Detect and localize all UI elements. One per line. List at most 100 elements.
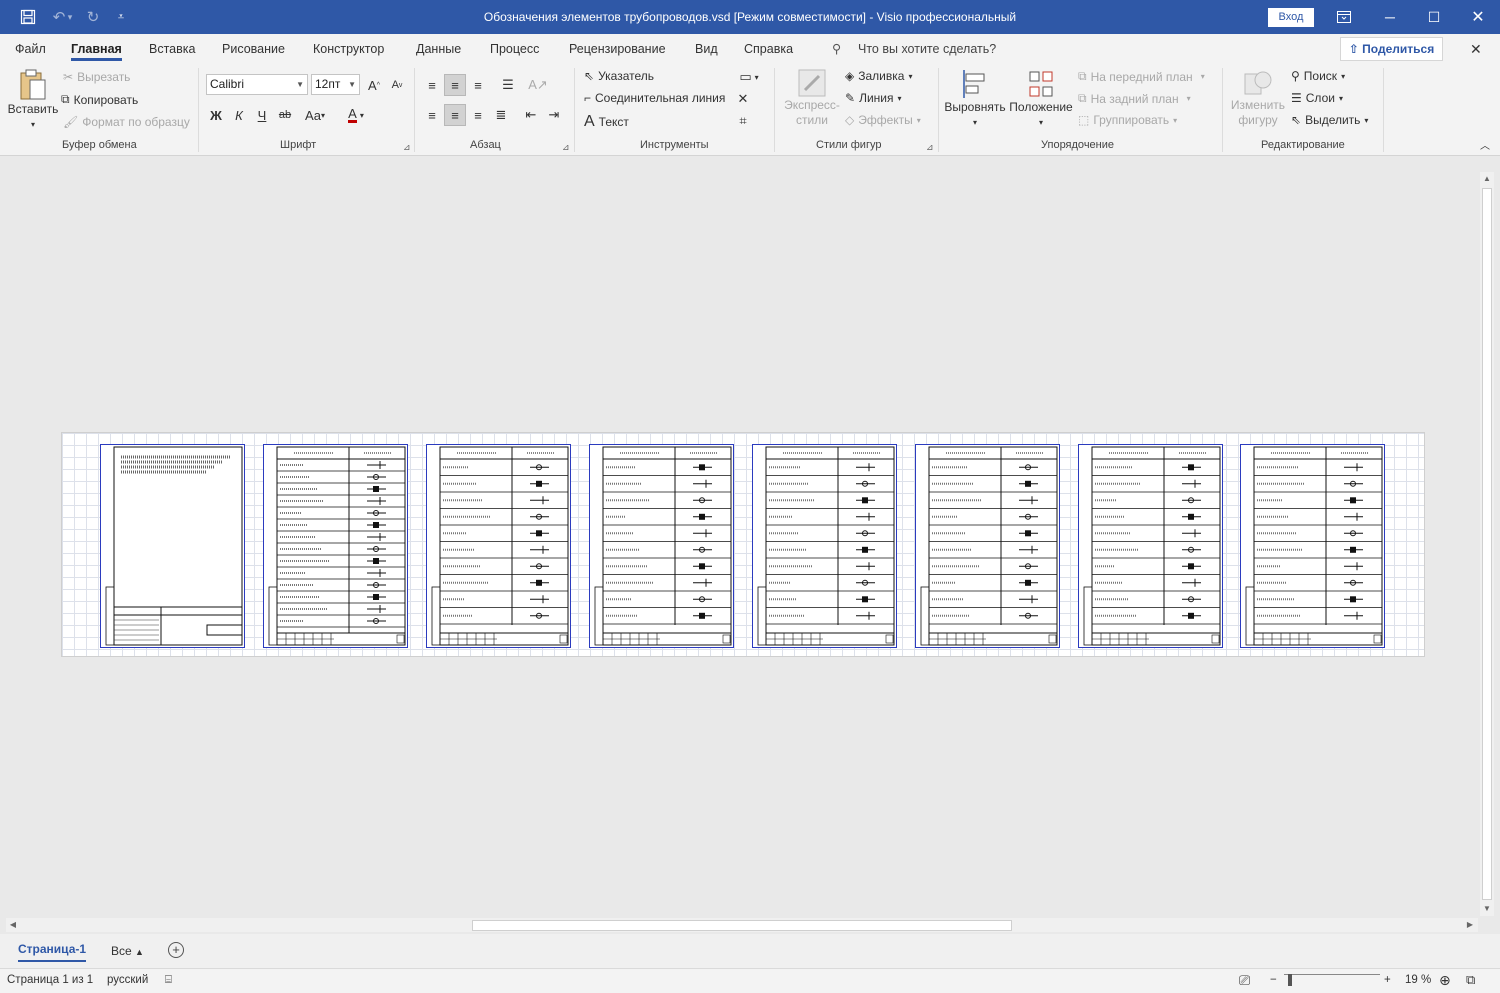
tab-home[interactable]: Главная — [71, 34, 122, 64]
zoom-in-icon[interactable]: + — [1384, 974, 1391, 986]
add-page-icon[interactable]: + — [168, 942, 184, 958]
sheet-thumbnail-3[interactable] — [426, 444, 571, 648]
dialog-launcher-icon[interactable]: ⊿ — [926, 142, 934, 153]
quick-styles-button[interactable]: Экспресс- стили — [782, 68, 842, 128]
undo-dropdown-icon[interactable]: ▾ — [64, 0, 76, 34]
page-tab-1[interactable]: Страница-1 — [18, 942, 87, 962]
switch-windows-icon[interactable]: ⧉ — [1466, 972, 1475, 988]
send-back-button[interactable]: ⧉ На задний план ▾ — [1078, 91, 1191, 106]
close-document-icon[interactable]: ✕ — [1470, 34, 1482, 64]
text-tool-button[interactable]: A Текст — [584, 113, 629, 131]
redo-icon[interactable]: ↻ — [78, 0, 108, 34]
drawing-page[interactable] — [61, 432, 1425, 657]
align-top-icon[interactable]: ≡ — [421, 74, 443, 96]
sheet-thumbnail-7[interactable] — [1078, 444, 1223, 648]
collapse-ribbon-icon[interactable]: ︿ — [1476, 136, 1494, 152]
all-pages-button[interactable]: Все ▲ — [111, 944, 144, 958]
dialog-launcher-icon[interactable]: ⊿ — [562, 142, 570, 153]
fit-page-icon[interactable]: ⊕ — [1439, 972, 1451, 989]
drawing-canvas[interactable] — [0, 156, 1500, 918]
tell-me-input[interactable]: Что вы хотите сделать? — [858, 34, 996, 64]
horizontal-scroll-thumb[interactable] — [472, 920, 1012, 931]
align-button[interactable]: Выровнять ▾ — [944, 68, 1006, 130]
sheet-thumbnail-5[interactable] — [752, 444, 897, 648]
close-icon[interactable]: ✕ — [1456, 0, 1500, 34]
strikethrough-button[interactable]: ab — [274, 104, 296, 126]
position-button[interactable]: Положение ▾ — [1008, 68, 1074, 130]
font-name-combo[interactable]: Calibri ▼ — [206, 74, 308, 95]
grow-font-icon[interactable]: A ^ — [363, 74, 385, 96]
zoom-level[interactable]: 19 % — [1405, 974, 1431, 986]
share-button[interactable]: ⇧ Поделиться — [1340, 37, 1443, 61]
justify-icon[interactable]: ≣ — [490, 104, 512, 126]
presentation-mode-icon[interactable]: ⎚ — [1239, 972, 1250, 989]
zoom-out-icon[interactable]: − — [1270, 974, 1277, 986]
scroll-down-icon[interactable]: ▼ — [1480, 902, 1494, 916]
tab-process[interactable]: Процесс — [490, 34, 539, 64]
tab-draw[interactable]: Рисование — [222, 34, 285, 64]
align-left-icon[interactable]: ≡ — [421, 104, 443, 126]
search-icon[interactable]: ⚲ — [832, 34, 841, 64]
font-color-button[interactable]: A ▾ — [340, 104, 372, 126]
increase-indent-icon[interactable]: ⇥ — [543, 104, 565, 126]
scroll-up-icon[interactable]: ▲ — [1480, 172, 1494, 186]
align-right-icon[interactable]: ≡ — [467, 104, 489, 126]
change-case-button[interactable]: Aa ▾ — [300, 104, 330, 126]
macro-record-icon[interactable]: ⌸ — [165, 974, 172, 987]
effects-button[interactable]: ◇ Эффекты ▾ — [845, 113, 921, 127]
sheet-thumbnail-6[interactable] — [915, 444, 1060, 648]
format-painter-button[interactable]: 🖌 Формат по образцу — [63, 115, 190, 129]
language-status[interactable]: русский — [107, 974, 148, 986]
connector-tool-button[interactable]: ⌐ Соединительная линия — [584, 91, 725, 105]
horizontal-scrollbar[interactable]: ◀ ▶ — [6, 918, 1478, 932]
shrink-font-icon[interactable]: Av — [386, 74, 408, 96]
bullets-icon[interactable]: ☰ — [497, 74, 519, 96]
underline-button[interactable]: Ч — [251, 104, 273, 126]
scroll-right-icon[interactable]: ▶ — [1463, 918, 1477, 932]
select-button[interactable]: ⇖ Выделить ▾ — [1291, 113, 1368, 127]
line-button[interactable]: ✎ Линия ▾ — [845, 91, 901, 105]
vertical-scroll-thumb[interactable] — [1482, 188, 1492, 900]
bring-front-button[interactable]: ⧉ На передний план ▾ — [1078, 69, 1205, 84]
sheet-thumbnail-2[interactable] — [263, 444, 408, 648]
paste-button[interactable]: Вставить ▾ — [7, 68, 59, 132]
decrease-indent-icon[interactable]: ⇤ — [520, 104, 542, 126]
cut-button[interactable]: ✂ Вырезать — [63, 70, 130, 84]
font-size-combo[interactable]: 12пт ▼ — [311, 74, 360, 95]
tab-help[interactable]: Справка — [744, 34, 793, 64]
page-number-status[interactable]: Страница 1 из 1 — [7, 974, 93, 986]
scroll-left-icon[interactable]: ◀ — [6, 918, 20, 932]
save-icon[interactable] — [13, 0, 43, 34]
maximize-icon[interactable]: ☐ — [1412, 0, 1456, 34]
tab-view[interactable]: Вид — [695, 34, 718, 64]
customize-quick-access-icon[interactable]: ⩡ — [106, 0, 136, 34]
find-button[interactable]: ⚲ Поиск ▾ — [1291, 69, 1345, 83]
layers-button[interactable]: ☰ Слои ▾ — [1291, 91, 1343, 105]
group-button[interactable]: ⬚ Группировать ▾ — [1078, 113, 1177, 127]
tab-file[interactable]: Файл — [15, 34, 46, 64]
text-direction-icon[interactable]: A↗ — [527, 74, 549, 96]
sheet-thumbnail-8[interactable] — [1240, 444, 1385, 648]
pointer-tool-button[interactable]: ⇖ Указатель — [584, 69, 654, 83]
bold-button[interactable]: Ж — [205, 104, 227, 126]
italic-button[interactable]: К — [228, 104, 250, 126]
vertical-scrollbar[interactable]: ▲ ▼ — [1480, 172, 1494, 916]
ribbon-display-options-icon[interactable] — [1322, 0, 1366, 34]
sheet-thumbnail-1[interactable] — [100, 444, 245, 648]
sheet-thumbnail-4[interactable] — [589, 444, 734, 648]
dialog-launcher-icon[interactable]: ⊿ — [403, 142, 411, 153]
tab-design[interactable]: Конструктор — [313, 34, 384, 64]
rectangle-tool-button[interactable]: ▭ ▾ — [732, 66, 766, 88]
change-shape-button[interactable]: Изменить фигуру — [1230, 68, 1286, 128]
tab-insert[interactable]: Вставка — [149, 34, 195, 64]
minimize-icon[interactable]: ─ — [1368, 0, 1412, 34]
connection-point-icon[interactable]: ✕ — [732, 88, 754, 110]
align-middle-icon[interactable]: ≡ — [444, 74, 466, 96]
crop-tool-icon[interactable]: ⌗ — [732, 110, 754, 132]
align-bottom-icon[interactable]: ≡ — [467, 74, 489, 96]
tab-data[interactable]: Данные — [416, 34, 461, 64]
align-center-icon[interactable]: ≡ — [444, 104, 466, 126]
tab-review[interactable]: Рецензирование — [569, 34, 666, 64]
zoom-slider-track[interactable] — [1284, 974, 1380, 975]
copy-button[interactable]: ⧉ Копировать — [61, 92, 138, 107]
